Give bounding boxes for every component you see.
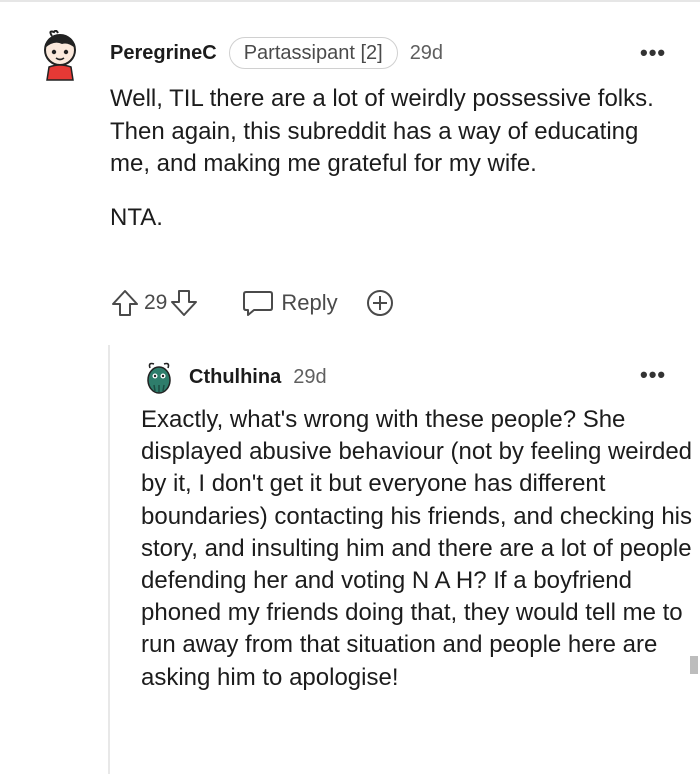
avatar[interactable]	[38, 30, 82, 84]
comment-actions: 29 Reply	[110, 284, 396, 322]
reply-button[interactable]: Reply	[241, 288, 338, 318]
comment-body: Well, TIL there are a lot of weirdly pos…	[110, 83, 680, 234]
downvote-icon[interactable]	[169, 288, 199, 318]
reply-label: Reply	[281, 290, 338, 315]
top-divider	[0, 0, 700, 2]
more-options-icon[interactable]: •••	[640, 362, 666, 388]
comment-paragraph: Well, TIL there are a lot of weirdly pos…	[110, 85, 654, 177]
reply-body: Exactly, what's wrong with these people?…	[141, 406, 693, 691]
vote-count: 29	[144, 291, 168, 314]
thread-line[interactable]	[108, 345, 110, 774]
comment-header: PeregrineC Partassipant [2] 29d	[110, 36, 443, 70]
user-flair: Partassipant [2]	[228, 37, 398, 69]
upvote-icon[interactable]	[110, 288, 140, 318]
reply-header: Cthulhina 29d	[189, 362, 327, 392]
comment-paragraph: NTA.	[110, 203, 163, 231]
reply-bubble-icon	[241, 288, 275, 318]
award-icon[interactable]	[364, 287, 396, 319]
comment-age: 29d	[293, 365, 327, 388]
username[interactable]: Cthulhina	[189, 366, 281, 389]
scrollbar-thumb[interactable]	[690, 656, 698, 674]
comment-age: 29d	[409, 41, 444, 64]
avatar[interactable]	[142, 360, 176, 398]
username[interactable]: PeregrineC	[110, 42, 217, 65]
more-options-icon[interactable]: •••	[640, 40, 666, 66]
